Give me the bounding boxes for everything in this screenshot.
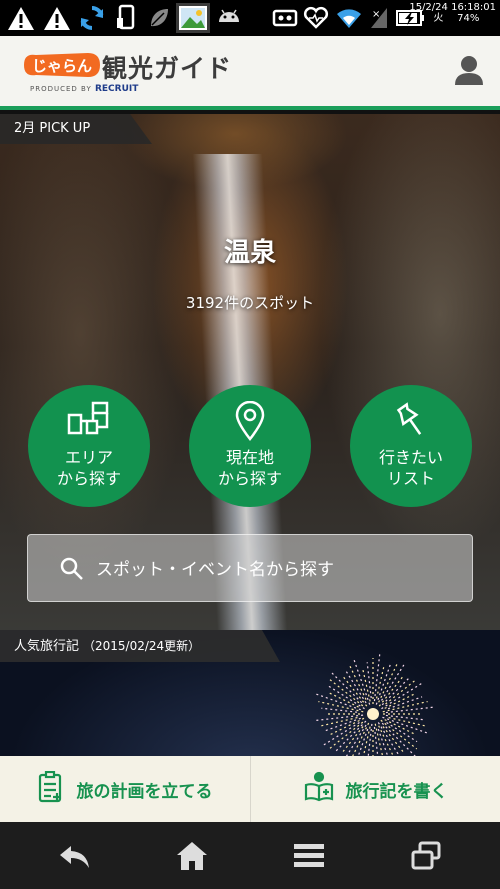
svg-text:×: × xyxy=(372,9,380,20)
button-label-line1: エリア xyxy=(64,448,113,467)
location-pin-icon xyxy=(189,401,311,441)
search-icon xyxy=(60,557,84,585)
book-person-icon xyxy=(304,771,334,808)
warning-icon xyxy=(6,3,36,33)
wifi-icon xyxy=(334,3,364,33)
warning-icon xyxy=(42,3,72,33)
pickup-tag: 2月 PICK UP xyxy=(0,114,152,144)
search-placeholder: スポット・イベント名から探す xyxy=(96,560,334,580)
hero-title: 温泉 xyxy=(223,238,276,268)
clipboard-icon xyxy=(37,770,65,808)
button-label-line1: 現在地 xyxy=(225,448,274,467)
sync-icon xyxy=(78,3,106,33)
app-title: 観光ガイド xyxy=(102,54,233,83)
button-label-line1: 行きたい xyxy=(378,448,443,467)
button-label-line2: リスト xyxy=(386,469,435,488)
android-icon xyxy=(214,3,244,33)
write-travelogue-label: 旅行記を書く xyxy=(345,781,448,802)
app-header: じゃらん 観光ガイド PRODUCED BY RECRUIT xyxy=(0,36,500,110)
wish-list-button[interactable]: 行きたい リスト xyxy=(350,385,472,507)
logo-mark-icon: じゃらん xyxy=(24,53,100,77)
phone-icon xyxy=(112,3,140,33)
recent-apps-icon[interactable] xyxy=(363,822,488,889)
area-map-icon xyxy=(28,401,150,441)
jalan-logo[interactable]: じゃらん xyxy=(22,50,102,84)
leaf-icon xyxy=(146,3,172,33)
spot-search-bar[interactable]: スポット・イベント名から探す xyxy=(27,534,473,602)
home-icon[interactable] xyxy=(129,822,254,889)
button-label-line2: から探す xyxy=(217,469,282,488)
mail-icon xyxy=(272,3,298,33)
recruit-logo: RECRUIT xyxy=(94,84,139,94)
travelogue-label: 人気旅行記 xyxy=(14,639,80,654)
search-by-location-button[interactable]: 現在地 から探す xyxy=(189,385,311,507)
produced-by: PRODUCED BY RECRUIT xyxy=(30,84,139,94)
firework-image xyxy=(313,654,433,756)
travelogue-tag: 人気旅行記 （2015/02/24更新） xyxy=(0,630,280,662)
back-icon[interactable] xyxy=(12,822,137,889)
spot-count: 3192件のスポット xyxy=(185,294,315,312)
travelogue-section[interactable]: 人気旅行記 （2015/02/24更新） xyxy=(0,630,500,756)
status-bar: × 15/2/24 16:18:01 火 74% xyxy=(0,0,500,36)
heart-icon xyxy=(302,3,330,33)
menu-icon[interactable] xyxy=(246,822,371,889)
plan-trip-button[interactable]: 旅の計画を立てる xyxy=(0,756,249,822)
pushpin-icon xyxy=(350,401,472,441)
status-clock: 15/2/24 16:18:01 火 74% xyxy=(409,2,496,24)
avatar-icon[interactable] xyxy=(454,54,484,90)
signal-icon: × xyxy=(368,3,390,33)
action-bar: 旅の計画を立てる 旅行記を書く xyxy=(0,756,500,822)
write-travelogue-button[interactable]: 旅行記を書く xyxy=(250,756,500,822)
plan-trip-label: 旅の計画を立てる xyxy=(76,781,213,802)
travelogue-updated: （2015/02/24更新） xyxy=(83,639,201,653)
logo-text: じゃらん xyxy=(32,57,92,75)
button-label-line2: から探す xyxy=(56,469,121,488)
search-by-area-button[interactable]: エリア から探す xyxy=(28,385,150,507)
system-nav-bar xyxy=(0,822,500,889)
hero-banner[interactable]: 2月 PICK UP 温泉 3192件のスポット エリア から探す 現在地 から… xyxy=(0,114,500,630)
gallery-icon xyxy=(176,3,210,33)
